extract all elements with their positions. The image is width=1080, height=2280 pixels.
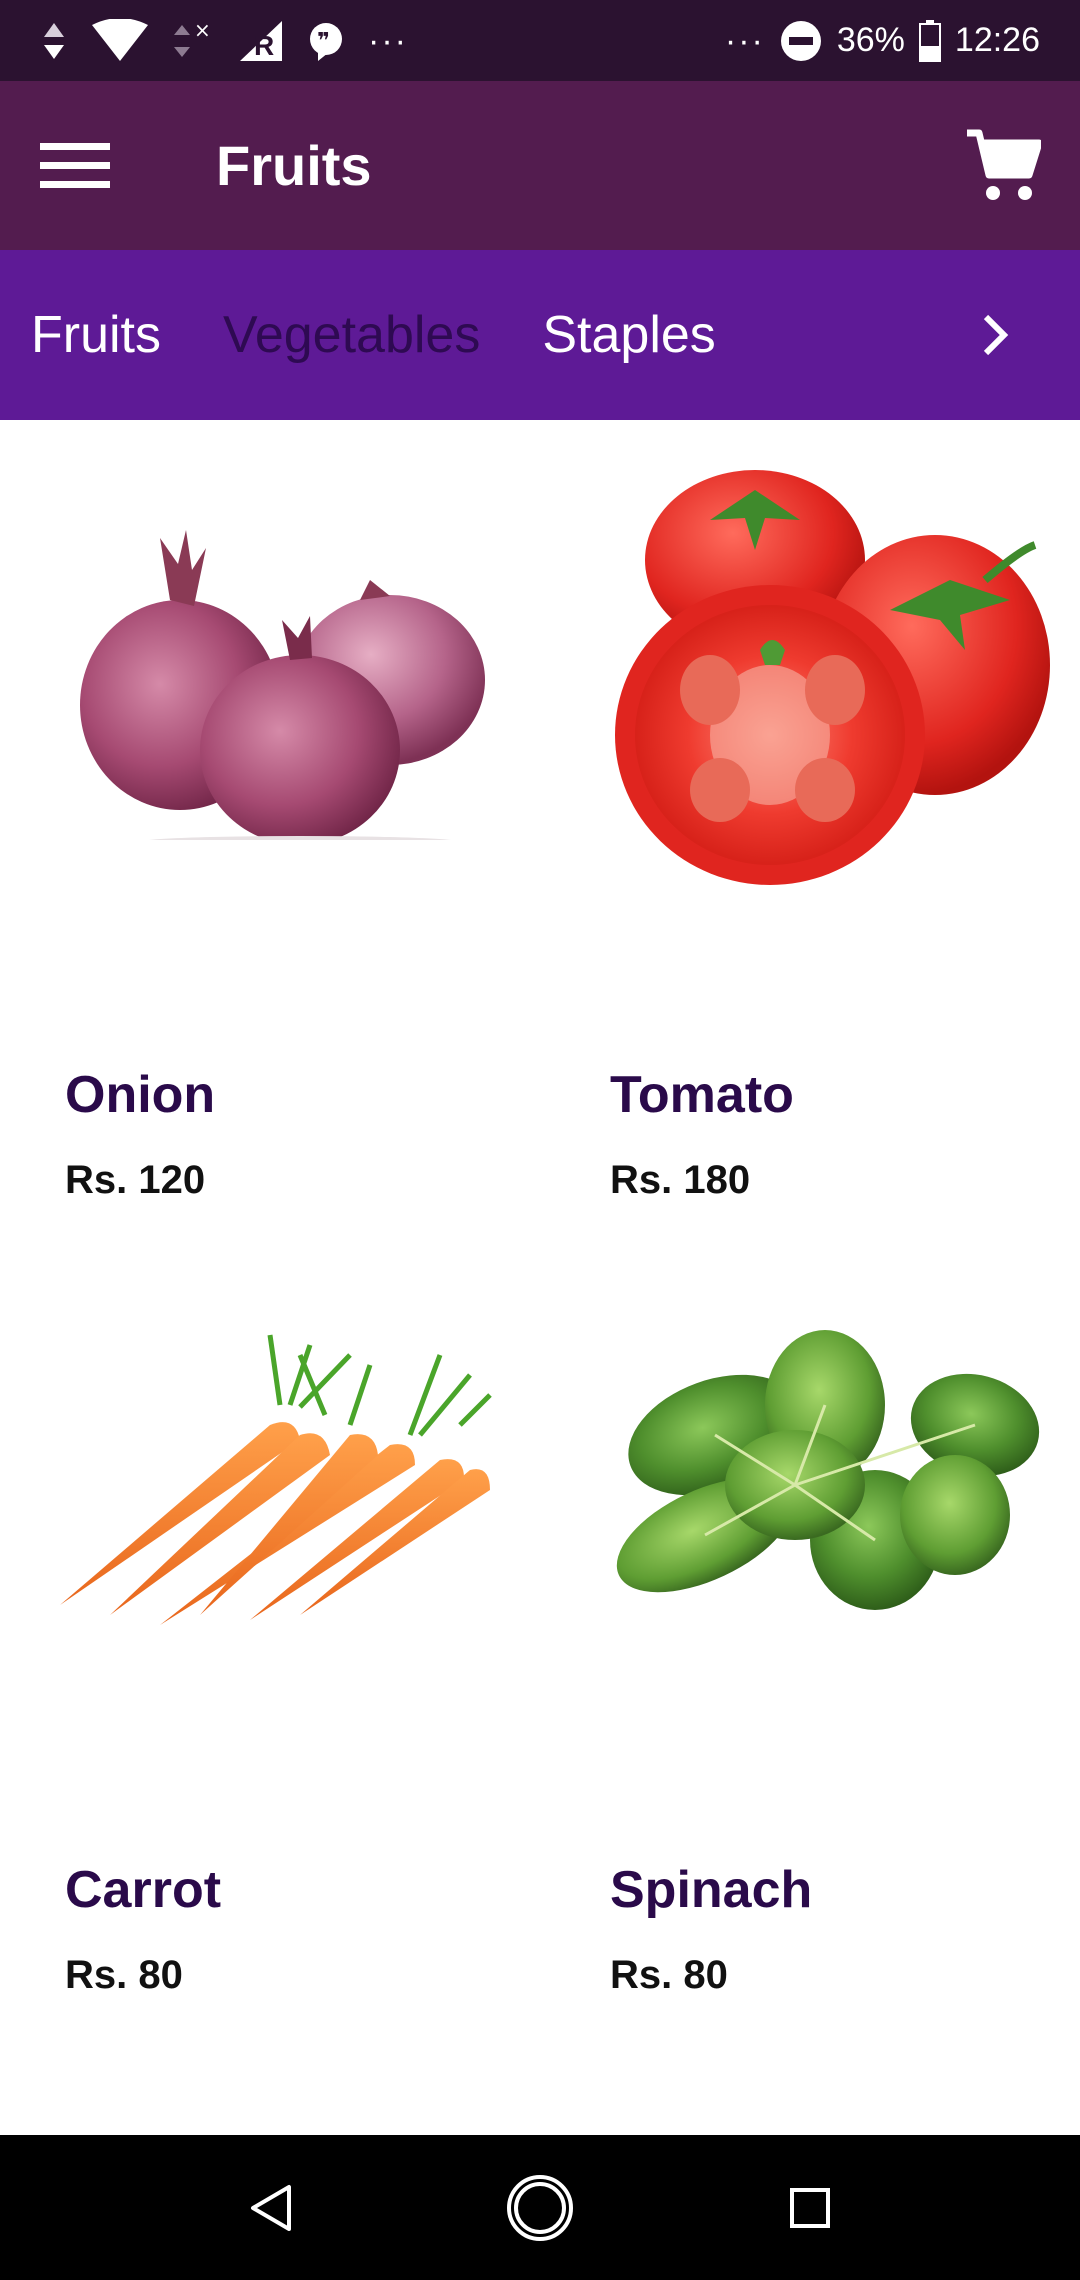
status-right-group: ··· 36% 12:26: [725, 19, 1040, 63]
product-card-carrot[interactable]: Carrot Rs. 80: [20, 1215, 540, 1997]
shopping-cart-icon: [967, 129, 1041, 200]
recents-icon: [790, 2187, 830, 2228]
battery-percent: 36%: [836, 21, 905, 59]
svg-text:R: R: [254, 30, 274, 61]
app-bar: Fruits: [0, 81, 1080, 250]
tomato-image: [565, 420, 1080, 940]
do-not-disturb-icon: [779, 19, 823, 63]
product-price: Rs. 180: [610, 1158, 751, 1202]
recents-button[interactable]: [750, 2148, 870, 2268]
product-price: Rs. 80: [65, 1953, 183, 1997]
status-bar: × R ❞ ··· ··· 36% 12:26: [0, 0, 1080, 81]
chevron-right-icon: [983, 314, 1009, 356]
product-card-onion[interactable]: Onion Rs. 120: [20, 420, 540, 1202]
cart-button[interactable]: [948, 111, 1058, 221]
wifi-icon: [90, 18, 150, 63]
category-tabs: Fruits Vegetables Staples: [0, 250, 1080, 420]
tab-fruits[interactable]: Fruits: [31, 305, 161, 365]
status-left-overflow: ···: [368, 21, 408, 60]
clock: 12:26: [954, 21, 1040, 59]
data-arrows-icon: [40, 21, 68, 61]
back-icon: [251, 2184, 291, 2231]
onion-image: [20, 420, 540, 940]
spinach-image: [565, 1215, 1080, 1735]
hamburger-menu-icon: [40, 142, 110, 188]
page-title: Fruits: [216, 134, 372, 197]
status-left-group: × R ❞ ···: [40, 18, 408, 63]
status-right-overflow: ···: [724, 21, 765, 60]
product-card-spinach[interactable]: Spinach Rs. 80: [565, 1215, 1080, 1997]
battery-icon: [918, 19, 941, 62]
carrot-image: [20, 1215, 540, 1735]
product-name: Carrot: [65, 1861, 222, 1919]
home-icon: [507, 2174, 573, 2241]
product-card-tomato[interactable]: Tomato Rs. 180: [565, 420, 1080, 1202]
signal-arrows-icon: ×: [172, 19, 216, 63]
product-name: Onion: [65, 1066, 216, 1124]
tab-vegetables[interactable]: Vegetables: [223, 305, 480, 365]
tabs-next-button[interactable]: [950, 290, 1040, 380]
chat-bubble-icon: ❞: [306, 21, 346, 61]
svg-text:❞: ❞: [317, 29, 330, 54]
svg-text:×: ×: [194, 19, 211, 42]
product-name: Spinach: [610, 1861, 813, 1919]
product-name: Tomato: [610, 1066, 794, 1124]
roaming-signal-icon: R: [238, 19, 284, 63]
system-nav-bar: [0, 2135, 1080, 2280]
back-button[interactable]: [211, 2148, 331, 2268]
product-grid: Onion Rs. 120 Tomato Rs. 180 Carrot Rs. …: [0, 420, 1080, 2135]
home-button[interactable]: [480, 2148, 600, 2268]
product-price: Rs. 120: [65, 1158, 206, 1202]
product-price: Rs. 80: [610, 1953, 728, 1997]
tab-staples[interactable]: Staples: [542, 305, 715, 365]
menu-button[interactable]: [20, 111, 130, 221]
